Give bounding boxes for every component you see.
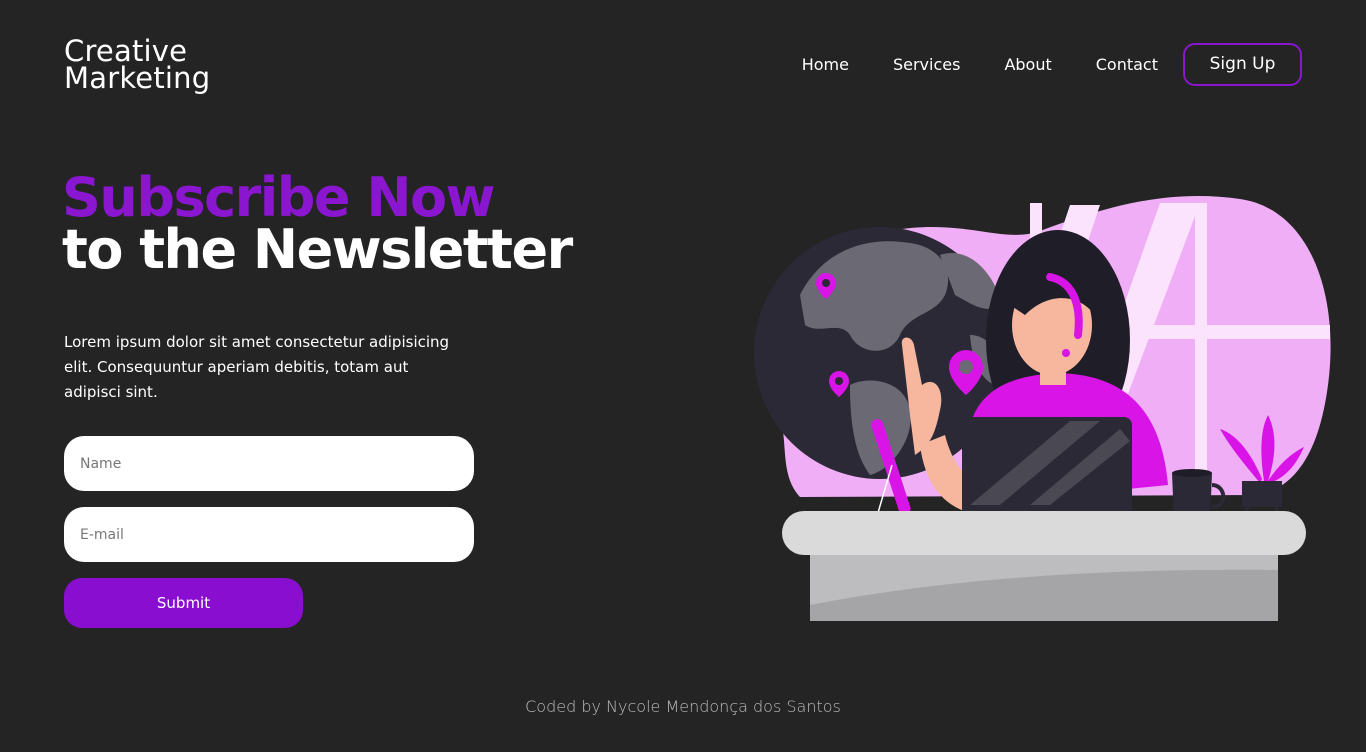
email-input[interactable] bbox=[64, 507, 474, 562]
footer-credit: Coded by Nycole Mendonça dos Santos bbox=[525, 697, 841, 716]
hero-description: Lorem ipsum dolor sit amet consectetur a… bbox=[64, 333, 450, 401]
submit-button[interactable]: Submit bbox=[64, 578, 303, 628]
hero-title-rest: to the Newsletter bbox=[62, 218, 573, 281]
laptop-icon bbox=[962, 417, 1132, 523]
hero-title: Subscribe Now to the Newsletter bbox=[62, 166, 573, 281]
nav-about[interactable]: About bbox=[1004, 55, 1051, 74]
newsletter-illustration bbox=[754, 195, 1331, 621]
brand-line-2: Marketing bbox=[64, 61, 211, 95]
sign-up-button[interactable]: Sign Up bbox=[1183, 42, 1302, 86]
main-nav: Home Services About Contact Sign Up bbox=[758, 41, 1302, 87]
hero-title-accent: Subscribe Now bbox=[62, 166, 496, 229]
brand-logo[interactable]: Creative Marketing bbox=[64, 37, 211, 95]
desk bbox=[782, 511, 1306, 621]
nav-contact[interactable]: Contact bbox=[1096, 55, 1158, 74]
nav-services[interactable]: Services bbox=[893, 55, 960, 74]
name-input[interactable] bbox=[64, 436, 474, 491]
nav-home[interactable]: Home bbox=[802, 55, 849, 74]
